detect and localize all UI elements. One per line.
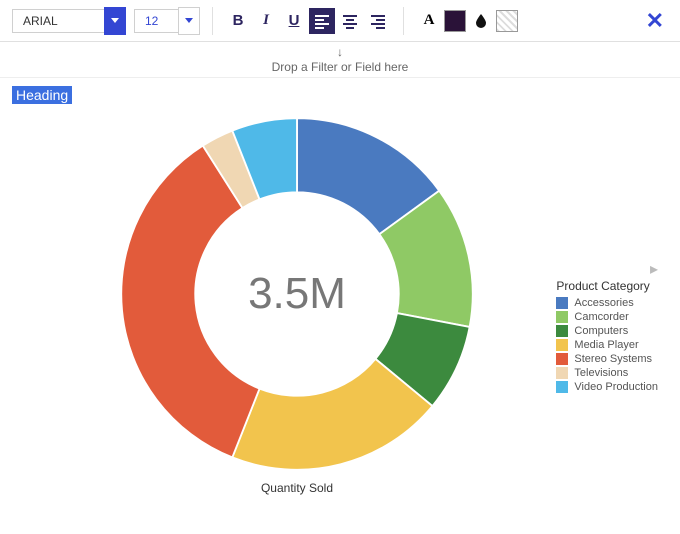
close-button[interactable]: ✕ (646, 8, 664, 34)
font-size-dropdown-icon[interactable] (178, 7, 200, 35)
divider (212, 7, 213, 35)
legend-item[interactable]: Media Player (556, 339, 658, 351)
underline-button[interactable]: U (281, 8, 307, 34)
font-family-value: ARIAL (12, 9, 104, 33)
legend-swatch (556, 297, 568, 309)
pattern-swatch[interactable] (496, 10, 518, 32)
filter-drop-zone[interactable]: ↓ Drop a Filter or Field here (0, 42, 680, 78)
legend-label: Camcorder (574, 311, 628, 323)
legend-swatch (556, 381, 568, 393)
fill-color-button[interactable] (468, 8, 494, 34)
legend-swatch (556, 367, 568, 379)
legend-item[interactable]: Televisions (556, 367, 658, 379)
legend-label: Televisions (574, 367, 628, 379)
legend-label: Media Player (574, 339, 638, 351)
legend-item[interactable]: Video Production (556, 381, 658, 393)
font-size-value: 12 (134, 9, 178, 33)
legend-swatch (556, 353, 568, 365)
droplet-icon (473, 13, 489, 29)
donut-chart: 3.5M (112, 109, 482, 479)
legend-label: Accessories (574, 297, 633, 309)
legend-swatch (556, 311, 568, 323)
align-right-button[interactable] (365, 8, 391, 34)
legend-item[interactable]: Stereo Systems (556, 353, 658, 365)
legend-title: Product Category (556, 279, 658, 293)
legend-swatch (556, 339, 568, 351)
chart-area: 3.5M Quantity Sold ▸ Product Category Ac… (12, 109, 668, 495)
color-controls: A (412, 8, 522, 34)
bold-button[interactable]: B (225, 8, 251, 34)
align-right-icon (370, 13, 386, 29)
font-controls: ARIAL 12 (8, 7, 204, 35)
font-family-select[interactable]: ARIAL (12, 7, 126, 35)
text-style-controls: B I U (221, 8, 395, 34)
align-left-icon (314, 13, 330, 29)
italic-button[interactable]: I (253, 8, 279, 34)
align-center-icon (342, 13, 358, 29)
chart-canvas: Heading 3.5M Quantity Sold ▸ Product Cat… (0, 78, 680, 503)
font-size-select[interactable]: 12 (128, 7, 200, 35)
legend-item[interactable]: Camcorder (556, 311, 658, 323)
align-center-button[interactable] (337, 8, 363, 34)
legend-label: Video Production (574, 381, 658, 393)
align-left-button[interactable] (309, 8, 335, 34)
background-color-swatch[interactable] (444, 10, 466, 32)
divider (403, 7, 404, 35)
legend-item[interactable]: Computers (556, 325, 658, 337)
chart-x-label: Quantity Sold (112, 481, 482, 495)
donut-center-value: 3.5M (248, 269, 346, 319)
heading-chip[interactable]: Heading (12, 86, 72, 104)
legend: Product Category Accessories Camcorder Com… (556, 279, 658, 395)
down-arrow-icon: ↓ (337, 45, 343, 59)
legend-item[interactable]: Accessories (556, 297, 658, 309)
font-color-button[interactable]: A (416, 8, 442, 34)
legend-label: Stereo Systems (574, 353, 652, 365)
legend-label: Computers (574, 325, 628, 337)
legend-swatch (556, 325, 568, 337)
legend-expand-icon[interactable]: ▸ (650, 259, 658, 279)
formatting-toolbar: ARIAL 12 B I U A ✕ (0, 0, 680, 42)
filter-drop-hint: Drop a Filter or Field here (272, 60, 409, 74)
font-family-dropdown-icon[interactable] (104, 7, 126, 35)
